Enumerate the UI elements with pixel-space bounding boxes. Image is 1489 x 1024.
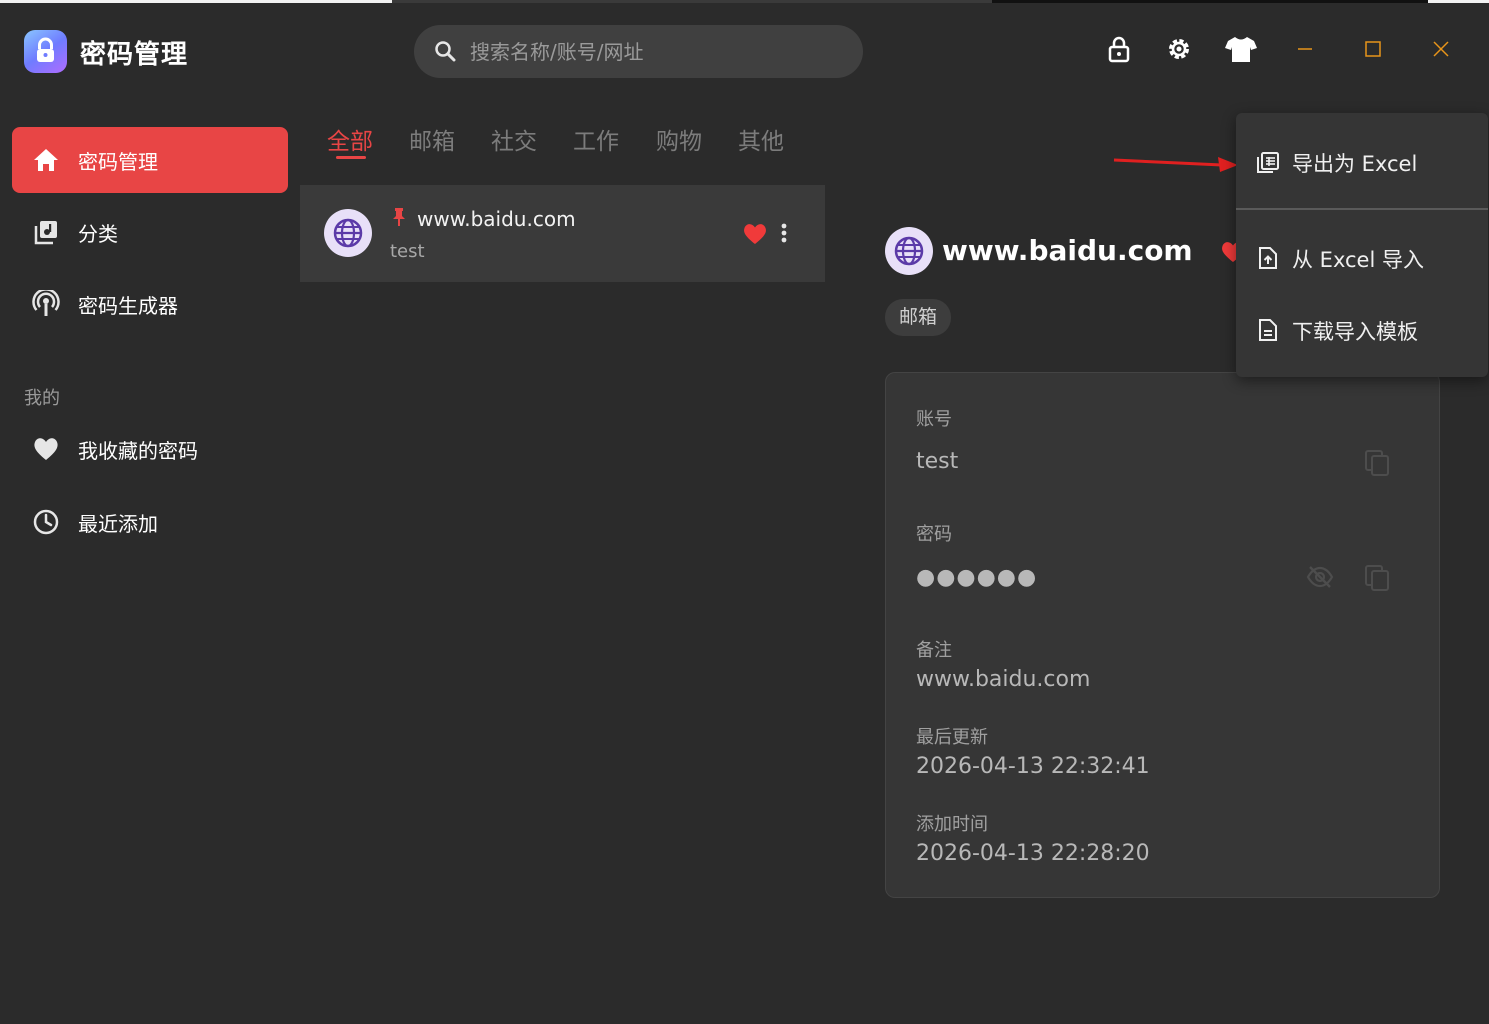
close-button[interactable] <box>1424 34 1458 68</box>
added-value: 2026-04-13 22:28:20 <box>916 841 1150 866</box>
sidebar-item-category[interactable]: 分类 <box>12 199 288 265</box>
menu-divider <box>1236 208 1488 210</box>
gear-icon <box>1166 36 1192 66</box>
menu-item-label: 从 Excel 导入 <box>1292 248 1424 272</box>
menu-item-label: 导出为 Excel <box>1292 152 1418 176</box>
heart-icon <box>32 435 60 463</box>
item-subtitle: test <box>390 241 425 262</box>
sidebar-item-label: 最近添加 <box>78 511 158 536</box>
password-label: 密码 <box>916 524 952 545</box>
detail-card: 账号 test 密码 ●●●●●● 备注 www.baidu.com 最后更新 … <box>885 372 1440 898</box>
excel-export-icon <box>1256 150 1280 174</box>
added-label: 添加时间 <box>916 814 988 835</box>
copy-password-icon[interactable] <box>1364 564 1392 592</box>
menu-item-label: 下载导入模板 <box>1292 320 1418 344</box>
sidebar-item-password-generator[interactable]: 密码生成器 <box>12 271 288 337</box>
lock-button[interactable] <box>1102 34 1136 68</box>
updated-value: 2026-04-13 22:32:41 <box>916 754 1150 779</box>
eye-off-icon[interactable] <box>1306 565 1334 593</box>
tab-active-indicator <box>336 156 366 159</box>
menu-item-export-excel[interactable]: 导出为 Excel <box>1236 132 1488 192</box>
updated-label: 最后更新 <box>916 727 988 748</box>
category-chip: 邮箱 <box>885 299 952 336</box>
window-top-strip <box>0 0 1489 3</box>
menu-item-download-template[interactable]: 下载导入模板 <box>1236 300 1488 360</box>
globe-icon <box>885 227 933 275</box>
minimize-icon <box>1296 40 1314 62</box>
tab-work[interactable]: 工作 <box>573 122 619 156</box>
note-label: 备注 <box>916 640 952 661</box>
globe-icon <box>324 209 372 257</box>
sidebar-item-label: 分类 <box>78 221 118 246</box>
tab-social[interactable]: 社交 <box>491 122 537 156</box>
clock-icon <box>32 508 60 536</box>
category-icon <box>32 218 60 246</box>
heart-icon[interactable] <box>742 222 768 250</box>
sidebar-item-recent[interactable]: 最近添加 <box>12 489 288 555</box>
copy-account-icon[interactable] <box>1364 449 1392 477</box>
pin-icon <box>392 207 406 231</box>
tshirt-icon <box>1224 35 1258 67</box>
section-label-mine: 我的 <box>24 388 60 409</box>
tab-all[interactable]: 全部 <box>327 122 373 156</box>
close-icon <box>1432 40 1450 62</box>
search-input[interactable] <box>470 25 850 78</box>
generator-icon <box>32 288 60 318</box>
tab-shopping[interactable]: 购物 <box>656 122 702 156</box>
tab-email[interactable]: 邮箱 <box>409 122 455 156</box>
password-value: ●●●●●● <box>916 565 1038 590</box>
sidebar-item-label: 密码管理 <box>78 149 158 174</box>
tab-other[interactable]: 其他 <box>738 122 784 156</box>
maximize-button[interactable] <box>1356 34 1390 68</box>
more-icon[interactable] <box>780 222 788 248</box>
settings-button[interactable] <box>1162 34 1196 68</box>
detail-title: www.baidu.com <box>942 234 1193 267</box>
document-icon <box>1256 318 1280 342</box>
import-export-menu: 导出为 Excel 从 Excel 导入 下载导入模板 <box>1236 113 1488 377</box>
account-label: 账号 <box>916 409 952 430</box>
lock-icon <box>1107 35 1131 67</box>
sidebar-item-label: 密码生成器 <box>78 293 178 318</box>
list-item[interactable]: www.baidu.com test <box>300 185 825 282</box>
app-logo <box>24 30 67 73</box>
item-title: www.baidu.com <box>417 207 576 231</box>
maximize-icon <box>1364 40 1382 62</box>
search-bar[interactable] <box>414 25 863 78</box>
theme-button[interactable] <box>1224 34 1258 68</box>
note-value: www.baidu.com <box>916 667 1091 692</box>
sidebar-item-label: 我收藏的密码 <box>78 438 198 463</box>
annotation-arrow <box>1113 157 1238 172</box>
menu-item-import-excel[interactable]: 从 Excel 导入 <box>1236 228 1488 288</box>
home-icon <box>32 146 60 174</box>
search-icon <box>434 40 456 66</box>
minimize-button[interactable] <box>1288 34 1322 68</box>
app-title: 密码管理 <box>80 40 189 70</box>
account-value: test <box>916 449 959 474</box>
sidebar-item-favorites[interactable]: 我收藏的密码 <box>12 416 288 482</box>
sidebar-item-password-manager[interactable]: 密码管理 <box>12 127 288 193</box>
file-upload-icon <box>1256 246 1280 270</box>
